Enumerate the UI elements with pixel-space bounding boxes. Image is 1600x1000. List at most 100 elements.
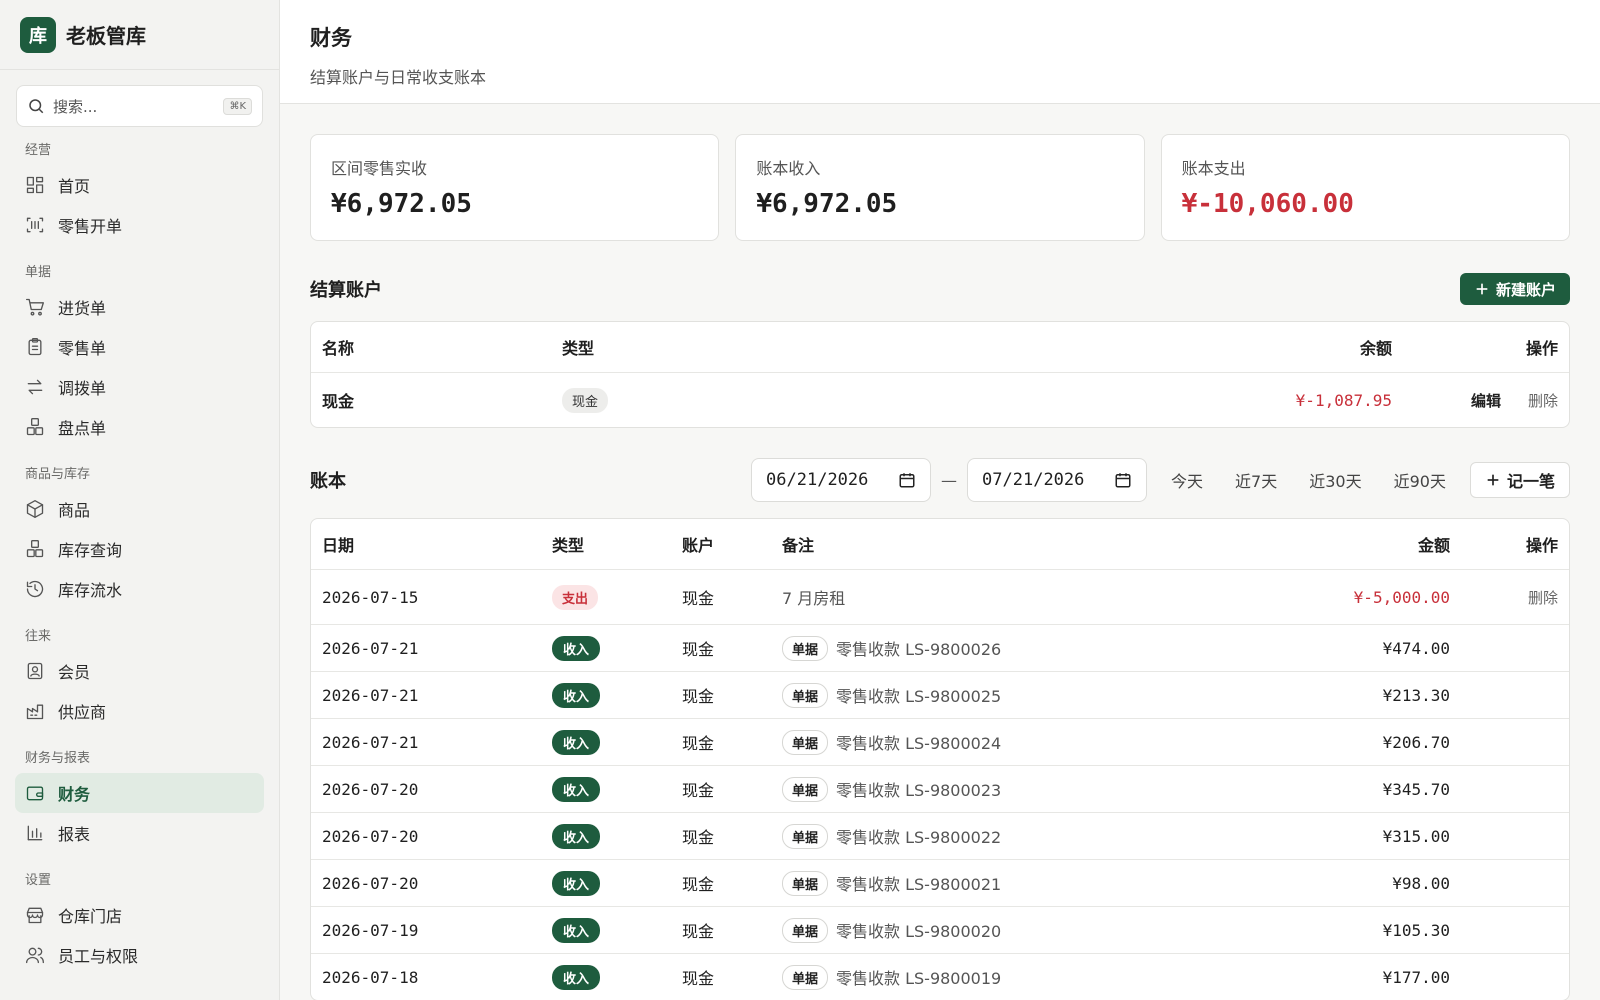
entry-note-cell: 单据 零售收款 LS-9800025 [771, 682, 1261, 708]
search-input[interactable]: 搜索... ⌘K [16, 85, 263, 127]
entry-note: 零售收款 LS-9800023 [836, 781, 1002, 800]
sidebar-item-label: 员工与权限 [58, 947, 139, 966]
sidebar-item[interactable]: 库存查询 [15, 529, 264, 569]
stat-label: 区间零售实收 [331, 159, 428, 178]
doc-tag[interactable]: 单据 [782, 776, 829, 802]
sidebar-item-label: 调拨单 [58, 379, 107, 398]
ledger-title: 账本 [310, 471, 346, 492]
clipboard-icon [28, 338, 42, 356]
delete-button[interactable]: 删除 [1528, 390, 1558, 411]
add-entry-button[interactable]: 记一笔 [1469, 462, 1570, 498]
quick-range-today[interactable]: 今天 [1171, 468, 1203, 492]
entry-type-cell: 收入 [541, 823, 671, 849]
col-type: 类型 [552, 536, 585, 555]
doc-tag[interactable]: 单据 [782, 729, 829, 755]
sidebar-item[interactable]: 供应商 [15, 691, 264, 731]
entry-account: 现金 [682, 969, 715, 988]
entry-type-cell: 收入 [541, 917, 671, 943]
entry-amount: ¥105.30 [1382, 920, 1450, 940]
sidebar-item[interactable]: 会员 [15, 651, 264, 691]
page-subtitle: 结算账户与日常收支账本 [310, 68, 487, 87]
entry-note-cell: 7 月房租 [771, 585, 1261, 609]
stat-value: ¥-10,060.00 [1181, 189, 1354, 219]
doc-tag[interactable]: 单据 [782, 682, 829, 708]
entry-type-cell: 收入 [541, 682, 671, 708]
table-row: 2026-07-20 收入 现金 单据 零售收款 LS-9800021 ¥98.… [311, 859, 1569, 906]
quick-range-90d[interactable]: 近90天 [1394, 468, 1446, 492]
sidebar-item[interactable]: 调拨单 [15, 367, 264, 407]
stat-value: ¥6,972.05 [756, 189, 898, 219]
sidebar-item[interactable]: 商品 [15, 489, 264, 529]
table-row: 2026-07-19 收入 现金 单据 零售收款 LS-9800020 ¥105… [311, 906, 1569, 953]
dashboard-icon [26, 176, 44, 194]
table-row: 现金 现金 ¥-1,087.95 编辑 删除 [311, 372, 1569, 427]
ledger-header: 账本 06/21/2026 — 07/21/2026 今天 近7天 近30天 近… [310, 458, 1570, 502]
sidebar-item[interactable]: 盘点单 [15, 407, 264, 447]
entry-amount: ¥206.70 [1382, 732, 1450, 752]
entry-note: 零售收款 LS-9800026 [836, 640, 1002, 659]
doc-tag[interactable]: 单据 [782, 964, 829, 990]
calendar-icon [1115, 473, 1131, 488]
accounts-title: 结算账户 [310, 280, 382, 301]
col-type: 类型 [562, 339, 595, 358]
brand-logo: 库 [20, 16, 56, 53]
sidebar-item[interactable]: 财务 [15, 773, 264, 813]
sidebar: 库 老板管库 搜索... ⌘K 经营 首页 零售开单 单据 进货单 零售单 调拨… [0, 0, 280, 1000]
quick-range-30d[interactable]: 近30天 [1309, 468, 1361, 492]
sidebar-item[interactable]: 员工与权限 [15, 935, 264, 975]
sidebar-item-label: 库存查询 [58, 541, 123, 560]
doc-tag[interactable]: 单据 [782, 823, 829, 849]
entry-amount: ¥315.00 [1382, 826, 1450, 846]
entry-note: 零售收款 LS-9800021 [836, 875, 1002, 894]
col-note: 备注 [782, 536, 815, 555]
sidebar-item[interactable]: 零售单 [15, 327, 264, 367]
entry-type-cell: 收入 [541, 635, 671, 661]
search-icon [29, 99, 44, 114]
account-ops: 编辑 删除 [1403, 390, 1569, 411]
entry-note-cell: 单据 零售收款 LS-9800024 [771, 729, 1261, 755]
sidebar-item[interactable]: 零售开单 [15, 205, 264, 245]
sidebar-item[interactable]: 进货单 [15, 287, 264, 327]
entry-note-cell: 单据 零售收款 LS-9800026 [771, 635, 1261, 661]
ledger-table: 日期 类型 账户 备注 金额 操作 2026-07-15 支出 现金 7 月房租… [310, 518, 1570, 1000]
edit-button[interactable]: 编辑 [1471, 390, 1501, 411]
ledger-table-header: 日期 类型 账户 备注 金额 操作 [311, 519, 1569, 569]
entry-date: 2026-07-21 [322, 732, 419, 752]
entry-account: 现金 [682, 734, 715, 753]
table-row: 2026-07-18 收入 现金 单据 零售收款 LS-9800019 ¥177… [311, 953, 1569, 1000]
member-card-icon [27, 662, 43, 680]
stat-label: 账本收入 [756, 159, 821, 178]
account-name: 现金 [322, 392, 355, 411]
entry-type-badge: 收入 [552, 870, 601, 896]
doc-tag[interactable]: 单据 [782, 635, 829, 661]
entry-type-cell: 收入 [541, 964, 671, 990]
new-account-button[interactable]: 新建账户 [1459, 273, 1570, 305]
sidebar-item[interactable]: 仓库门店 [15, 895, 264, 935]
entry-type-badge: 收入 [552, 729, 601, 755]
entry-note-cell: 单据 零售收款 LS-9800020 [771, 917, 1261, 943]
sidebar-item-label: 报表 [58, 825, 91, 844]
entry-account: 现金 [682, 687, 715, 706]
entry-type-badge: 收入 [552, 635, 601, 661]
sidebar-item[interactable]: 库存流水 [15, 569, 264, 609]
brand: 库 老板管库 [0, 0, 279, 70]
entry-type-cell: 支出 [541, 584, 671, 610]
doc-tag[interactable]: 单据 [782, 870, 829, 896]
quick-range-7d[interactable]: 近7天 [1235, 468, 1277, 492]
delete-entry-button[interactable]: 删除 [1461, 587, 1569, 608]
entry-date: 2026-07-18 [322, 967, 419, 987]
sidebar-item[interactable]: 首页 [15, 165, 264, 205]
new-account-label: 新建账户 [1495, 280, 1556, 299]
sidebar-item[interactable]: 报表 [15, 813, 264, 853]
entry-date: 2026-07-19 [322, 920, 419, 940]
date-from-input[interactable]: 06/21/2026 [751, 458, 932, 502]
entry-account: 现金 [682, 828, 715, 847]
entry-date: 2026-07-20 [322, 873, 419, 893]
col-ops: 操作 [1525, 339, 1558, 358]
factory-icon [26, 704, 44, 720]
accounts-table: 名称 类型 余额 操作 现金 现金 ¥-1,087.95 编辑 删除 [310, 321, 1570, 428]
doc-tag[interactable]: 单据 [782, 917, 829, 943]
sidebar-item-label: 会员 [58, 663, 91, 682]
sidebar-item-label: 盘点单 [58, 419, 107, 438]
date-to-input[interactable]: 07/21/2026 [967, 458, 1148, 502]
